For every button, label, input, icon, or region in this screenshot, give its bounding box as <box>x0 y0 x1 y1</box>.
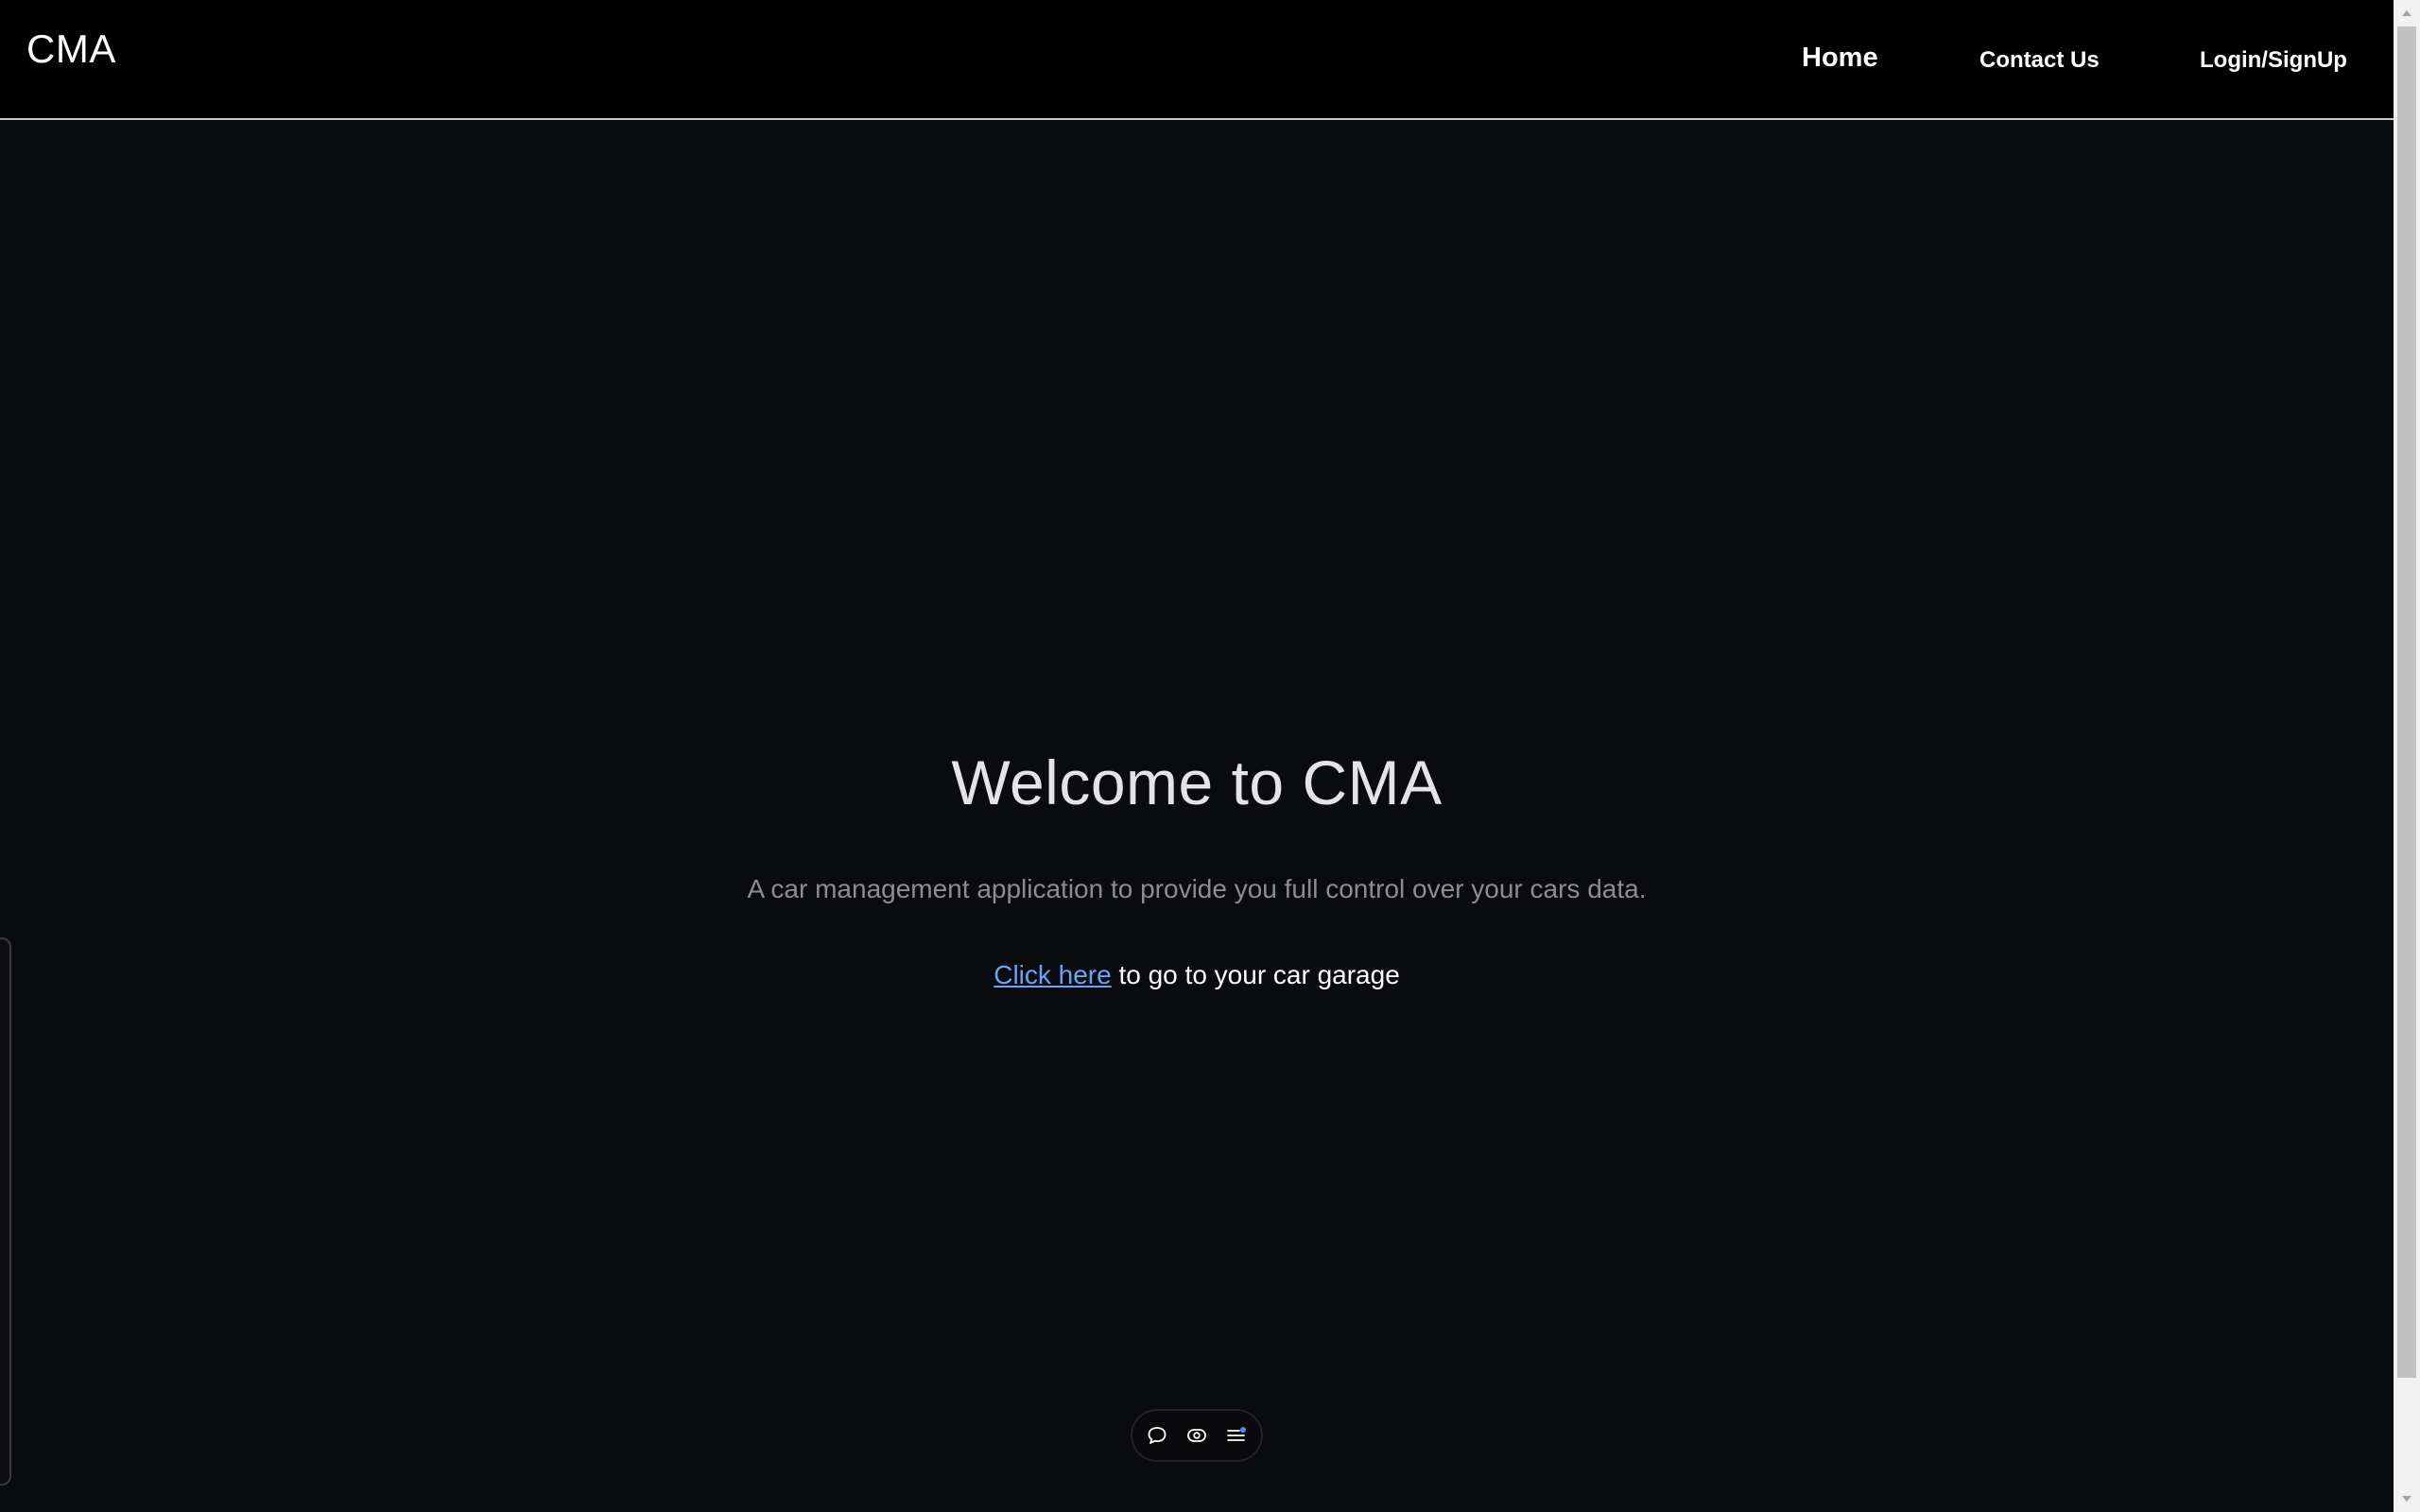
notification-dot <box>1240 1427 1246 1433</box>
garage-link[interactable]: Click here <box>994 960 1111 989</box>
hero-title: Welcome to CMA <box>951 747 1443 817</box>
hero-cta: Click here to go to your car garage <box>0 960 2394 990</box>
brand-logo[interactable]: CMA <box>26 26 116 72</box>
side-panel-handle[interactable] <box>0 937 11 1486</box>
vertical-scrollbar[interactable] <box>2394 0 2420 1512</box>
eye-icon[interactable] <box>1184 1422 1210 1449</box>
menu-icon[interactable] <box>1223 1422 1250 1449</box>
page: CMA Home Contact Us Login/SignUp Welcome… <box>0 0 2394 1512</box>
hero-subtitle: A car management application to provide … <box>747 874 1647 903</box>
comment-icon[interactable] <box>1144 1422 1170 1449</box>
scroll-up-arrow-icon[interactable] <box>2394 0 2420 26</box>
floating-toolbar <box>1131 1409 1263 1462</box>
nav-contact-link[interactable]: Contact Us <box>1979 47 2100 74</box>
cta-text: to go to your car garage <box>1111 960 1400 989</box>
scroll-down-arrow-icon[interactable] <box>2394 1486 2420 1512</box>
scroll-thumb[interactable] <box>2397 26 2416 1378</box>
navbar: CMA Home Contact Us Login/SignUp <box>0 0 2394 120</box>
nav-login-link[interactable]: Login/SignUp <box>2200 47 2347 74</box>
nav-home-link[interactable]: Home <box>1802 43 1878 74</box>
